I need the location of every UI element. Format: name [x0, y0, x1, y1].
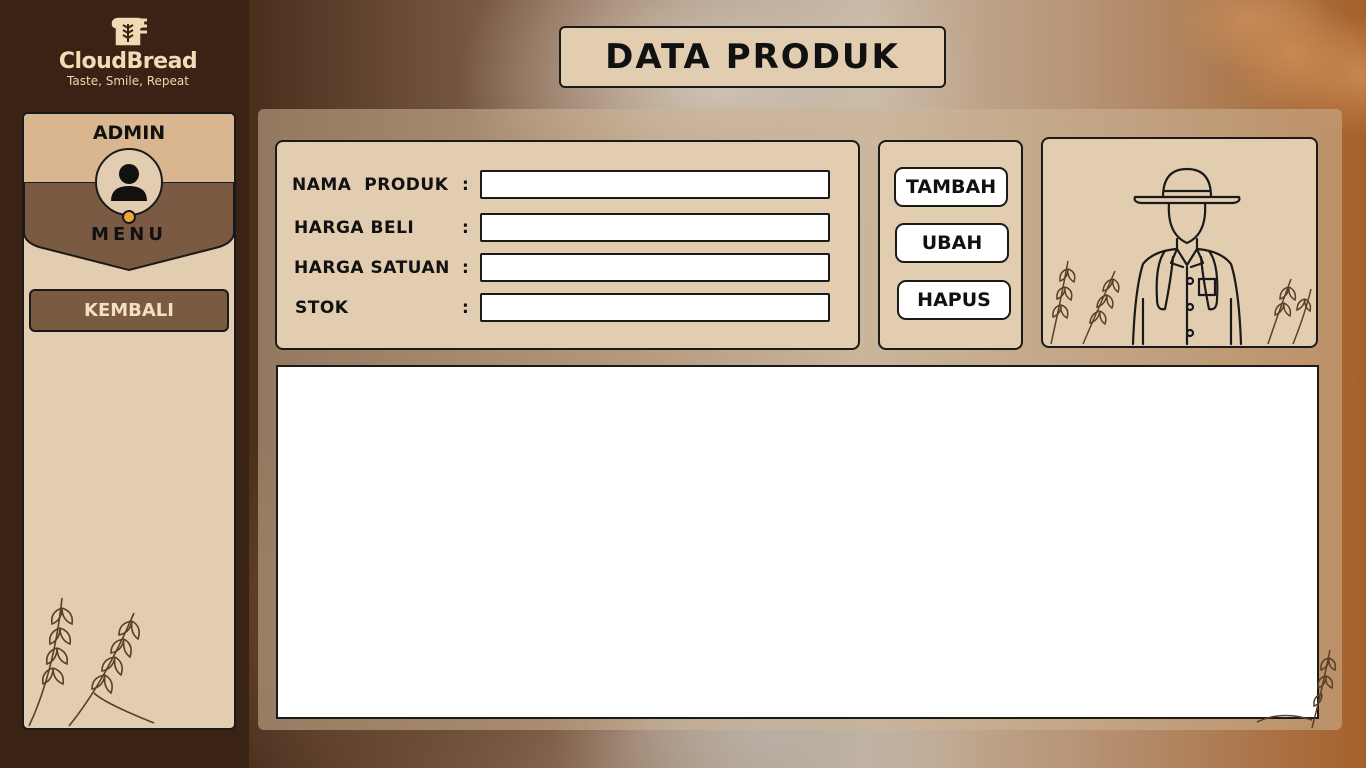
role-label: ADMIN: [92, 122, 166, 144]
form-colon: :: [462, 175, 469, 195]
farmer-illustration-icon: [1050, 167, 1312, 346]
page-title-box: DATA PRODUK: [559, 26, 946, 88]
stock-label: STOK: [295, 298, 349, 318]
unit-price-input[interactable]: [480, 253, 830, 282]
form-colon: :: [462, 218, 469, 238]
form-colon: :: [462, 258, 469, 278]
avatar: [95, 148, 163, 216]
brand-tagline: Taste, Smile, Repeat: [67, 74, 189, 88]
delete-button[interactable]: HAPUS: [897, 280, 1011, 320]
menu-label: MENU: [91, 224, 167, 245]
edit-button[interactable]: UBAH: [895, 223, 1009, 263]
back-button[interactable]: KEMBALI: [29, 289, 229, 332]
product-table[interactable]: [276, 365, 1319, 719]
stock-input[interactable]: [480, 293, 830, 322]
product-name-input[interactable]: [480, 170, 830, 199]
unit-price-label: HARGA SATUAN: [294, 258, 450, 278]
status-dot: [122, 210, 136, 224]
product-name-label: NAMA PRODUK: [292, 175, 449, 195]
brand-logo: CloudBread Taste, Smile, Repeat: [30, 14, 226, 100]
illustration-box: [1041, 137, 1318, 348]
form-row-stock: STOK :: [277, 293, 862, 323]
wheat-icon: [28, 597, 155, 727]
add-button[interactable]: TAMBAH: [894, 167, 1008, 207]
purchase-price-label: HARGA BELI: [294, 218, 415, 238]
user-avatar-icon: [111, 164, 147, 201]
form-colon: :: [462, 298, 469, 318]
page-title: DATA PRODUK: [605, 37, 900, 77]
sidebar: ADMIN MENU KEMBALI: [22, 112, 236, 730]
form-row-product-name: NAMA PRODUK :: [277, 170, 862, 200]
wheat-icon: [1256, 649, 1337, 729]
form-row-purchase-price: HARGA BELI :: [277, 213, 862, 243]
purchase-price-input[interactable]: [480, 213, 830, 242]
action-panel: TAMBAH UBAH HAPUS: [878, 140, 1023, 350]
bread-logo-icon: [110, 16, 147, 47]
product-form: NAMA PRODUK : HARGA BELI : HARGA SATUAN …: [275, 140, 860, 350]
brand-name: CloudBread: [58, 49, 198, 74]
form-row-unit-price: HARGA SATUAN :: [277, 253, 862, 283]
